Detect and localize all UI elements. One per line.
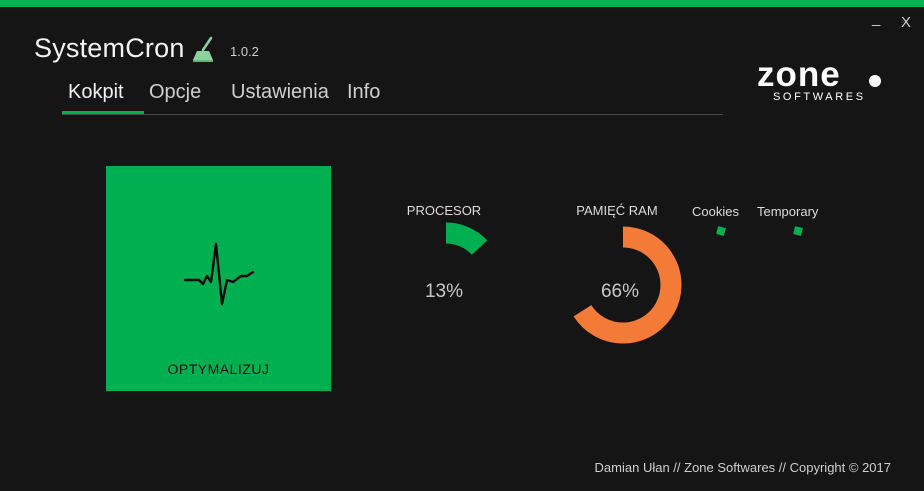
cookies-label: Cookies <box>692 204 739 219</box>
optimize-button[interactable]: OPTYMALIZUJ <box>106 166 331 391</box>
logo-subtitle: SOFTWARES <box>773 91 866 103</box>
minimize-button[interactable]: _ <box>872 10 880 27</box>
footer-copyright: Damian Ułan // Zone Softwares // Copyrig… <box>594 460 891 475</box>
app-title: SystemCron <box>34 33 185 63</box>
title-accent-bar <box>0 0 924 7</box>
broom-icon <box>193 36 213 62</box>
temporary-indicator <box>793 226 803 236</box>
cpu-gauge <box>445 222 488 256</box>
tab-info[interactable]: Info <box>341 78 386 112</box>
zone-softwares-logo: zone SOFTWARES <box>757 55 887 105</box>
optimize-label: OPTYMALIZUJ <box>167 361 270 377</box>
heartbeat-icon <box>183 242 255 306</box>
ram-gauge-value: 66% <box>600 281 640 302</box>
tab-ustawienia[interactable]: Ustawienia <box>225 78 335 112</box>
main-tabs: Kokpit Opcje Ustawienia Info <box>62 78 723 115</box>
active-tab-indicator <box>62 111 144 114</box>
cpu-gauge-title: PROCESOR <box>406 203 482 218</box>
close-button[interactable]: X <box>901 14 911 31</box>
tab-opcje[interactable]: Opcje <box>143 78 207 112</box>
ram-gauge-title: PAMIĘĆ RAM <box>576 203 658 218</box>
temporary-label: Temporary <box>757 204 819 219</box>
cpu-gauge-arc <box>445 222 488 256</box>
tab-kokpit[interactable]: Kokpit <box>62 78 130 112</box>
logo-dot <box>869 75 881 87</box>
cookies-indicator <box>716 226 726 236</box>
app-version: 1.0.2 <box>230 44 259 59</box>
logo-wordmark: zone <box>757 55 841 94</box>
cpu-gauge-value: 13% <box>424 281 464 302</box>
